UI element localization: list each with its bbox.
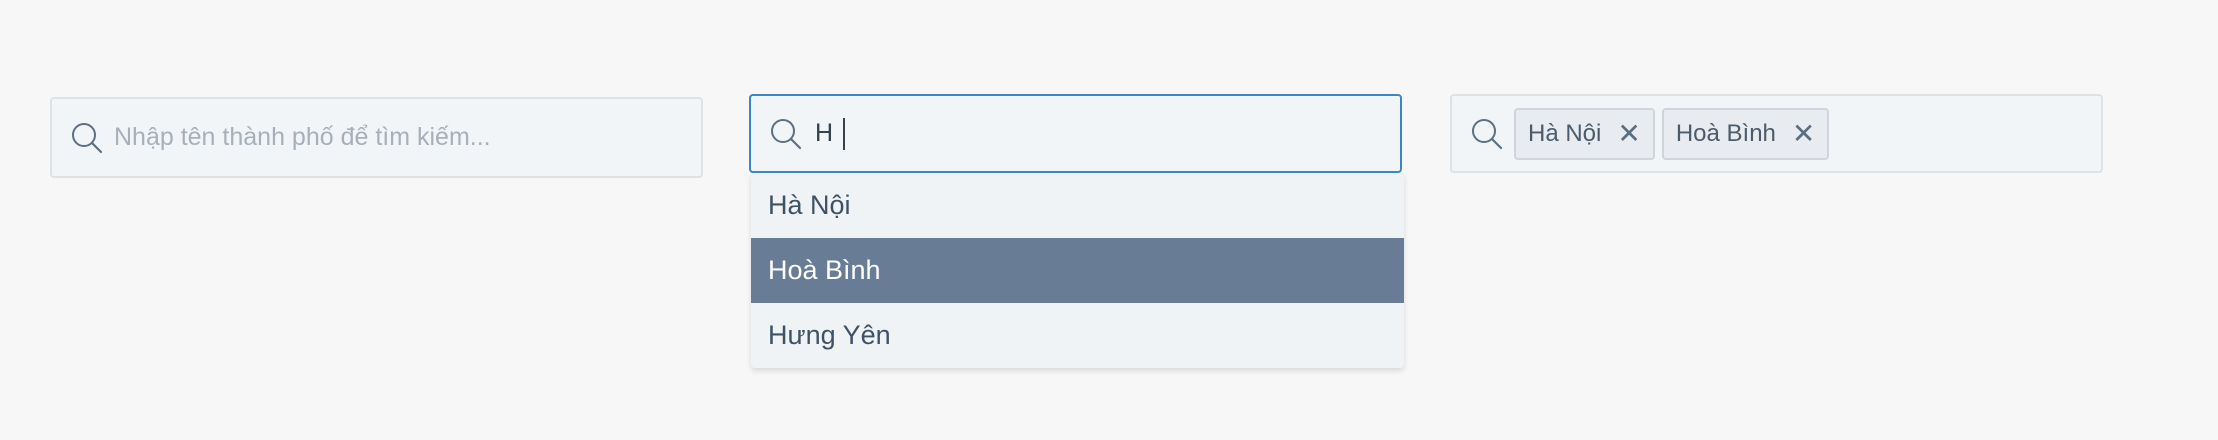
selected-tags: Hà Nội ✕ Hoà Bình ✕ bbox=[1514, 107, 1836, 160]
close-icon[interactable]: ✕ bbox=[1792, 119, 1815, 148]
city-search-typing[interactable]: H bbox=[749, 94, 1402, 173]
close-icon[interactable]: ✕ bbox=[1617, 119, 1640, 148]
suggestion-dropdown: Hà Nội Hoà Bình Hưng Yên bbox=[751, 173, 1404, 368]
tag-label: Hà Nội bbox=[1528, 119, 1602, 147]
search-input-value: H bbox=[815, 119, 834, 147]
city-search-tags[interactable]: Hà Nội ✕ Hoà Bình ✕ bbox=[1450, 94, 2103, 173]
search-icon bbox=[769, 117, 803, 151]
search-icon bbox=[70, 121, 104, 155]
suggestion-option[interactable]: Hà Nội bbox=[751, 173, 1404, 238]
search-input[interactable]: H bbox=[815, 117, 846, 150]
text-caret bbox=[843, 117, 846, 150]
selected-tag: Hà Nội ✕ bbox=[1514, 107, 1655, 160]
search-placeholder: Nhập tên thành phố để tìm kiếm... bbox=[114, 123, 491, 151]
suggestion-option-highlighted[interactable]: Hoà Bình bbox=[751, 238, 1404, 303]
selected-tag: Hoà Bình ✕ bbox=[1661, 107, 1830, 160]
search-icon bbox=[1470, 117, 1504, 151]
city-search-empty[interactable]: Nhập tên thành phố để tìm kiếm... bbox=[50, 97, 703, 178]
suggestion-option[interactable]: Hưng Yên bbox=[751, 303, 1404, 368]
tag-label: Hoà Bình bbox=[1675, 119, 1776, 147]
